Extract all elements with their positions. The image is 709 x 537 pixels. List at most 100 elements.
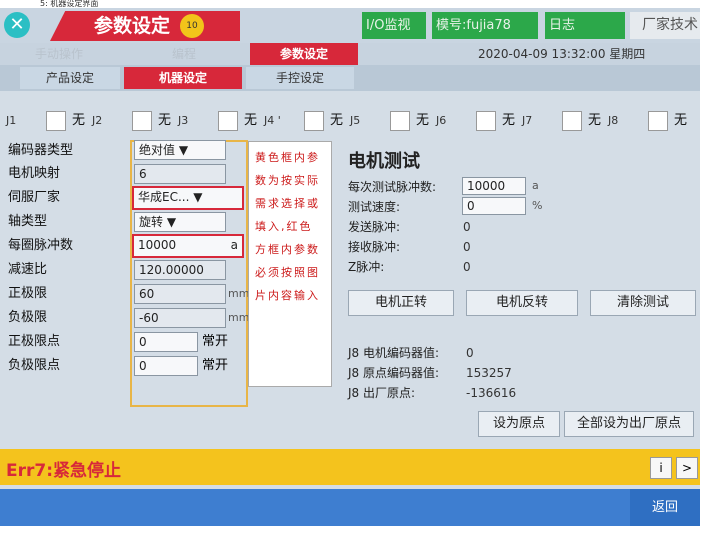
alarm-next-button[interactable]: > bbox=[676, 457, 698, 479]
pulses-per-rev-label: 每圈脉冲数 bbox=[8, 238, 74, 253]
clear-test-button[interactable]: 清除测试 bbox=[590, 290, 696, 316]
tab-manual-settings[interactable]: 手控设定 bbox=[246, 67, 354, 89]
neg-limit-label: 负极限 bbox=[8, 310, 48, 325]
axis-type-select[interactable]: 旋转 ▼ bbox=[134, 212, 226, 232]
axis-checkbox-j7[interactable] bbox=[562, 111, 582, 131]
axis-checkbox-j3[interactable] bbox=[218, 111, 238, 131]
axis-none-label: 无 bbox=[330, 113, 344, 128]
received-pulses-label: 接收脉冲: bbox=[348, 240, 401, 254]
test-pulses-unit: a bbox=[532, 179, 539, 192]
pos-limit-point-label: 正极限点 bbox=[8, 334, 61, 349]
servo-vendor-label: 伺服厂家 bbox=[8, 190, 61, 205]
z-pulse-value: 0 bbox=[463, 260, 471, 274]
neg-limit-unit: mm bbox=[228, 311, 250, 324]
pos-limit-label: 正极限 bbox=[8, 286, 48, 301]
axis-none-label: 无 bbox=[416, 113, 430, 128]
model-button[interactable]: 模号:fujia78 bbox=[432, 12, 538, 39]
back-button[interactable]: 返回 bbox=[630, 489, 700, 526]
axis-none-label: 无 bbox=[502, 113, 516, 128]
motor-test-title: 电机测试 bbox=[348, 151, 420, 172]
axis-none-label: 无 bbox=[674, 113, 688, 128]
axis-label-j6: J6 bbox=[436, 114, 447, 127]
axis-none-label: 无 bbox=[244, 113, 258, 128]
axis-label-j1: J1 bbox=[6, 114, 17, 127]
j8-factory-origin-label: J8 出厂原点: bbox=[348, 386, 416, 400]
test-pulses-input[interactable]: 10000 bbox=[462, 177, 526, 195]
z-pulse-label: Z脉冲: bbox=[348, 260, 385, 274]
test-speed-unit: % bbox=[532, 199, 543, 212]
neg-limit-point-state[interactable]: 常开 bbox=[202, 356, 228, 376]
encoder-type-label: 编码器类型 bbox=[8, 143, 74, 158]
axis-label-j3: J3 bbox=[178, 114, 189, 127]
j8-motor-encoder-value: 0 bbox=[466, 346, 474, 360]
pos-limit-point-state[interactable]: 常开 bbox=[202, 332, 228, 352]
test-speed-label: 测试速度: bbox=[348, 200, 401, 214]
tab-row: 产品设定 机器设定 手控设定 bbox=[0, 65, 700, 91]
axis-type-label: 轴类型 bbox=[8, 214, 48, 229]
j8-factory-origin-value: -136616 bbox=[466, 386, 517, 400]
sent-pulses-label: 发送脉冲: bbox=[348, 220, 401, 234]
axis-label-j5: J5 bbox=[350, 114, 361, 127]
alarm-bar: Err7:紧急停止 i > bbox=[0, 449, 700, 485]
datetime: 2020-04-09 13:32:00 星期四 bbox=[478, 47, 646, 61]
title-badge: 10 bbox=[180, 14, 204, 38]
axis-none-label: 无 bbox=[158, 113, 172, 128]
j8-origin-encoder-value: 153257 bbox=[466, 366, 512, 380]
manual-op-button[interactable]: 手动操作 bbox=[0, 43, 118, 65]
axis-checkbox-j8[interactable] bbox=[648, 111, 668, 131]
reduction-ratio-label: 减速比 bbox=[8, 262, 48, 277]
set-all-factory-origin-button[interactable]: 全部设为出厂原点 bbox=[564, 411, 694, 437]
nav-row: 手动操作 编程 参数设定 2020-04-09 13:32:00 星期四 bbox=[0, 43, 700, 65]
motor-forward-button[interactable]: 电机正转 bbox=[348, 290, 454, 316]
neg-limit-input[interactable]: -60 bbox=[134, 308, 226, 328]
axis-checkbox-j4[interactable] bbox=[304, 111, 324, 131]
gear-icon[interactable]: ✕ bbox=[4, 12, 30, 38]
pos-limit-input[interactable]: 60 bbox=[134, 284, 226, 304]
test-pulses-label: 每次测试脉冲数: bbox=[348, 180, 437, 194]
page-title: 参数设定 bbox=[50, 11, 240, 41]
axis-checkbox-j6[interactable] bbox=[476, 111, 496, 131]
axis-none-label: 无 bbox=[588, 113, 602, 128]
chevron-down-icon: ▼ bbox=[166, 215, 177, 229]
axis-checkbox-j1[interactable] bbox=[46, 111, 66, 131]
motor-map-input[interactable]: 6 bbox=[134, 164, 226, 184]
pulses-per-rev-input[interactable]: 10000 a bbox=[132, 234, 244, 258]
axis-none-label: 无 bbox=[72, 113, 86, 128]
alarm-message: Err7:紧急停止 bbox=[6, 461, 122, 481]
neg-limit-point-label: 负极限点 bbox=[8, 358, 61, 373]
tab-machine-settings[interactable]: 机器设定 bbox=[124, 67, 242, 89]
chevron-down-icon: ▼ bbox=[178, 143, 189, 157]
log-button[interactable]: 日志 bbox=[545, 12, 625, 39]
title-bar: ✕ 参数设定 10 I/O监视 模号:fujia78 日志 厂家技术员 bbox=[0, 8, 700, 60]
axis-checkbox-j2[interactable] bbox=[132, 111, 152, 131]
received-pulses-value: 0 bbox=[463, 240, 471, 254]
servo-vendor-select[interactable]: 华成EC... ▼ bbox=[132, 186, 244, 210]
io-monitor-button[interactable]: I/O监视 bbox=[362, 12, 426, 39]
param-setting-button[interactable]: 参数设定 bbox=[250, 43, 358, 65]
axis-checkbox-j5[interactable] bbox=[390, 111, 410, 131]
sent-pulses-value: 0 bbox=[463, 220, 471, 234]
reduction-ratio-input[interactable]: 120.00000 bbox=[134, 260, 226, 280]
hmi-screen: ✕ 参数设定 10 I/O监视 模号:fujia78 日志 厂家技术员 手动操作… bbox=[0, 8, 700, 526]
program-button[interactable]: 编程 bbox=[124, 43, 244, 65]
test-speed-input[interactable]: 0 bbox=[462, 197, 526, 215]
axis-label-j2: J2 bbox=[92, 114, 103, 127]
bottom-bar: 返回 bbox=[0, 489, 700, 526]
set-origin-button[interactable]: 设为原点 bbox=[478, 411, 560, 437]
factory-tech-button[interactable]: 厂家技术员 bbox=[630, 12, 700, 60]
axis-label-j8: J8 bbox=[608, 114, 619, 127]
axis-label-j4: J4 ' bbox=[264, 114, 281, 127]
encoder-type-select[interactable]: 绝对值 ▼ bbox=[134, 140, 226, 160]
neg-limit-point-input[interactable]: 0 bbox=[134, 356, 198, 376]
axis-toggle-row: J1 无 J2 无 J3 无 J4 ' 无 J5 无 J6 无 J7 无 J8 … bbox=[0, 109, 700, 133]
motor-reverse-button[interactable]: 电机反转 bbox=[466, 290, 578, 316]
alarm-info-button[interactable]: i bbox=[650, 457, 672, 479]
pos-limit-point-input[interactable]: 0 bbox=[134, 332, 198, 352]
top-caption: 5: 机器设定界面 bbox=[40, 0, 99, 8]
motor-map-label: 电机映射 bbox=[8, 166, 61, 181]
tab-product-settings[interactable]: 产品设定 bbox=[20, 67, 120, 89]
j8-motor-encoder-label: J8 电机编码器值: bbox=[348, 346, 440, 360]
chevron-down-icon: ▼ bbox=[193, 190, 203, 204]
axis-label-j7: J7 bbox=[522, 114, 533, 127]
j8-origin-encoder-label: J8 原点编码器值: bbox=[348, 366, 440, 380]
